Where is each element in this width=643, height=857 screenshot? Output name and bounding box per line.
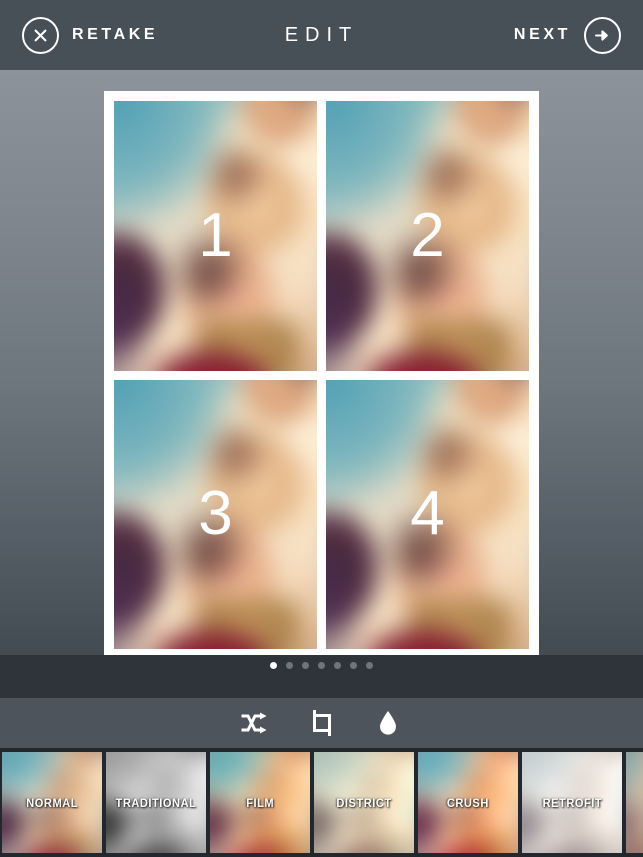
page-dot[interactable]	[350, 662, 357, 669]
filter-label: CRUSH	[446, 795, 490, 810]
page-dot[interactable]	[318, 662, 325, 669]
filter-thumbnail[interactable]	[626, 752, 643, 853]
crop-icon	[308, 709, 336, 737]
shuffle-icon	[241, 711, 271, 735]
cell-number: 1	[198, 200, 233, 270]
filter-thumbnail[interactable]: CRUSH	[418, 752, 518, 853]
filter-thumbnail[interactable]: TRADITIONAL	[106, 752, 206, 853]
cell-number: 4	[410, 479, 445, 549]
retake-button[interactable]: RETAKE	[22, 16, 159, 54]
photo-grid: 1 2 3 4	[114, 101, 529, 649]
filter-thumbnail[interactable]: RETROFIT	[522, 752, 622, 853]
cell-number: 2	[410, 200, 445, 270]
page-dot[interactable]	[286, 662, 293, 669]
photo-frame: 1 2 3 4	[104, 91, 539, 659]
photo-cell[interactable]: 4	[326, 379, 529, 649]
filter-label: NORMAL	[26, 795, 78, 810]
photo-cell[interactable]: 1	[114, 101, 317, 371]
filter-label: FILM	[246, 795, 274, 810]
crop-button[interactable]	[302, 706, 342, 740]
filter-tint	[626, 752, 643, 853]
close-circle-icon	[22, 16, 59, 54]
filter-strip[interactable]: NORMAL TRADITIONAL FILM DISTRICT CRUSH RETROF…	[0, 748, 643, 857]
edit-screen: RETAKE NEXT EDIT 1 2 3 4 NORMAL TRADITIO…	[0, 0, 643, 857]
top-bar: RETAKE NEXT EDIT	[0, 0, 643, 70]
droplet-icon	[377, 709, 399, 737]
page-dot[interactable]	[270, 662, 277, 669]
photo-stage: 1 2 3 4	[0, 70, 643, 659]
photo-cell[interactable]: 3	[114, 379, 317, 649]
filter-label: RETROFIT	[542, 795, 602, 810]
edit-toolbar	[0, 698, 643, 748]
filter-label: TRADITIONAL	[115, 795, 197, 810]
retake-label: RETAKE	[72, 26, 159, 43]
shuffle-button[interactable]	[236, 706, 276, 740]
next-button[interactable]: NEXT	[513, 16, 621, 54]
filter-thumbnail[interactable]: NORMAL	[2, 752, 102, 853]
page-dot[interactable]	[366, 662, 373, 669]
page-indicator[interactable]	[0, 662, 643, 669]
filter-label: DISTRICT	[336, 795, 392, 810]
filter-thumbnail[interactable]: DISTRICT	[314, 752, 414, 853]
page-dot[interactable]	[302, 662, 309, 669]
arrow-right-circle-icon	[584, 16, 621, 54]
filter-thumbnail[interactable]: FILM	[210, 752, 310, 853]
droplet-button[interactable]	[368, 706, 408, 740]
page-dot[interactable]	[334, 662, 341, 669]
cell-number: 3	[198, 479, 233, 549]
next-label: NEXT	[513, 26, 571, 43]
photo-cell[interactable]: 2	[326, 101, 529, 371]
